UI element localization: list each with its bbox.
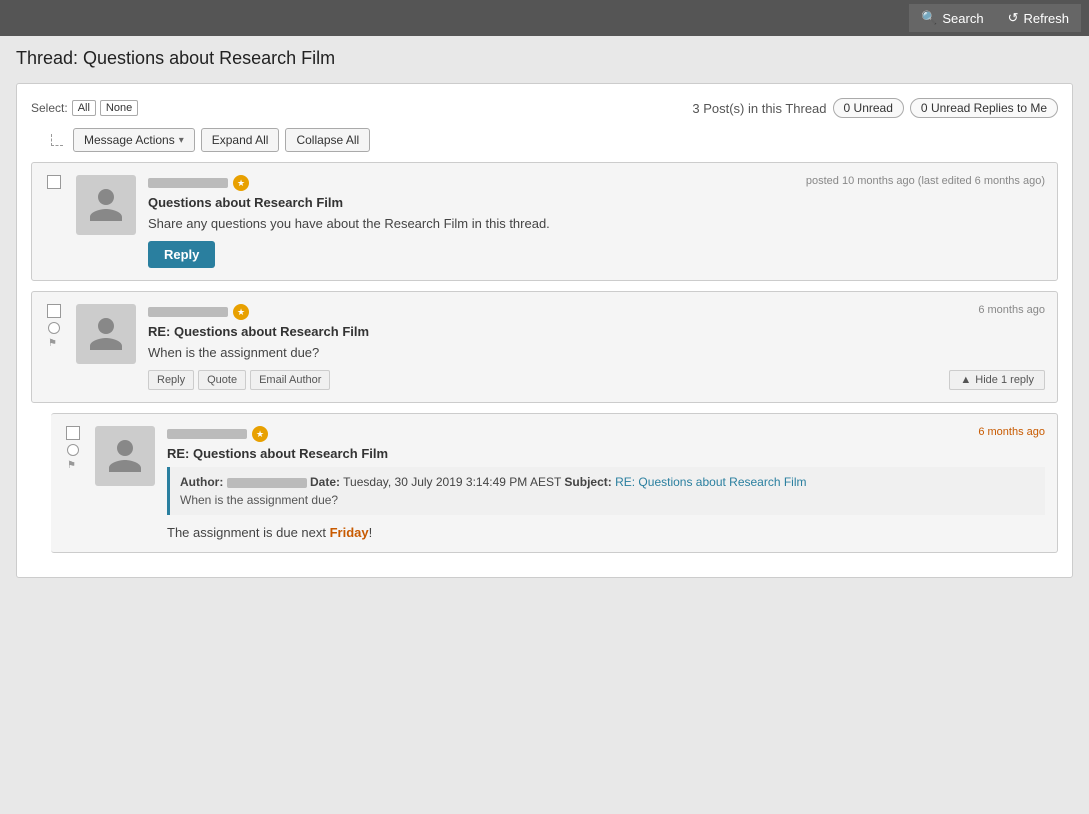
action-btn-row: Message Actions ▾ Expand All Collapse Al… <box>31 128 1058 152</box>
author-area-1: ★ <box>148 175 249 191</box>
quote-meta-3: Author: Date: Tuesday, 30 July 2019 3:14… <box>180 475 1035 489</box>
star-badge-2: ★ <box>233 304 249 320</box>
date-label: Date: <box>310 475 340 489</box>
select-area: Select: All None <box>31 100 138 116</box>
post-left-2: ⚑ <box>44 304 64 390</box>
posts-count-label: 3 Post(s) in this Thread <box>692 101 826 116</box>
post-radio-3[interactable] <box>67 444 79 456</box>
expand-all-button[interactable]: Expand All <box>201 128 280 152</box>
post-left-1 <box>44 175 64 268</box>
author-name-2 <box>148 307 228 317</box>
hide-reply-button-2[interactable]: ▲ Hide 1 reply <box>949 370 1045 390</box>
post-content-2: ★ 6 months ago RE: Questions about Resea… <box>148 304 1045 390</box>
post-flag-2[interactable]: ⚑ <box>48 338 60 350</box>
refresh-button[interactable]: ↺ Refresh <box>996 4 1081 32</box>
reply-link-2[interactable]: Reply <box>148 370 194 390</box>
highlight-friday: Friday <box>330 525 369 540</box>
subject-label: Subject: <box>564 475 611 489</box>
post-left-3: ⚑ <box>63 426 83 540</box>
post-timestamp-1: posted 10 months ago (last edited 6 mont… <box>806 175 1045 187</box>
quote-link-2[interactable]: Quote <box>198 370 246 390</box>
top-bar: 🔍 Search ↺ Refresh <box>0 0 1089 36</box>
quote-subject-link[interactable]: RE: Questions about Research Film <box>615 475 806 489</box>
post-flag-3[interactable]: ⚑ <box>67 460 79 472</box>
quote-author-name <box>227 478 307 488</box>
author-name-3 <box>167 429 247 439</box>
post-checkbox-1[interactable] <box>47 175 61 189</box>
post-checkbox-3[interactable] <box>66 426 80 440</box>
select-all-link[interactable]: All <box>72 100 96 116</box>
search-button[interactable]: 🔍 Search <box>909 4 995 32</box>
email-author-link-2[interactable]: Email Author <box>250 370 330 390</box>
post-checkbox-2[interactable] <box>47 304 61 318</box>
author-area-3: ★ <box>167 426 268 442</box>
post-title-1: Questions about Research Film <box>148 195 1045 210</box>
thread-container: Select: All None 3 Post(s) in this Threa… <box>16 83 1073 578</box>
star-badge-3: ★ <box>252 426 268 442</box>
post-content-1: ★ posted 10 months ago (last edited 6 mo… <box>148 175 1045 268</box>
reply-button-1[interactable]: Reply <box>148 241 215 268</box>
message-actions-button[interactable]: Message Actions ▾ <box>73 128 195 152</box>
post-stats: 3 Post(s) in this Thread 0 Unread 0 Unre… <box>692 98 1058 118</box>
author-area-2: ★ <box>148 304 249 320</box>
post-answer-3: The assignment is due next Friday! <box>167 525 1045 540</box>
unread-badge[interactable]: 0 Unread <box>833 98 904 118</box>
avatar-2 <box>76 304 136 364</box>
page-title: Thread: Questions about Research Film <box>16 48 1073 69</box>
post-title-2: RE: Questions about Research Film <box>148 324 1045 339</box>
post-card-2: ⚑ ★ 6 months ago RE: Questions <box>31 291 1058 403</box>
select-label: Select: <box>31 101 68 115</box>
dashed-arrow-icon <box>51 134 63 146</box>
collapse-icon: ▲ <box>960 374 971 386</box>
post-header-2: ★ 6 months ago <box>148 304 1045 320</box>
unread-replies-badge[interactable]: 0 Unread Replies to Me <box>910 98 1058 118</box>
post-content-3: ★ 6 months ago RE: Questions about Resea… <box>167 426 1045 540</box>
post-timestamp-3: 6 months ago <box>978 426 1045 438</box>
avatar-3 <box>95 426 155 486</box>
quote-block-3: Author: Date: Tuesday, 30 July 2019 3:14… <box>167 467 1045 515</box>
post-card-3: ⚑ ★ 6 months ago RE: Questions <box>51 413 1058 553</box>
post-title-3: RE: Questions about Research Film <box>167 446 1045 461</box>
post-card-1: ★ posted 10 months ago (last edited 6 mo… <box>31 162 1058 281</box>
post-body-1: Share any questions you have about the R… <box>148 216 1045 231</box>
select-none-link[interactable]: None <box>100 100 138 116</box>
page-container: Thread: Questions about Research Film Se… <box>0 36 1089 590</box>
author-name-1 <box>148 178 228 188</box>
post-body-2: When is the assignment due? <box>148 345 1045 360</box>
quote-text-3: When is the assignment due? <box>180 493 1035 507</box>
star-badge-1: ★ <box>233 175 249 191</box>
post-radio-2[interactable] <box>48 322 60 334</box>
refresh-icon: ↺ <box>1008 10 1019 26</box>
post-action-links-2: Reply Quote Email Author <box>148 370 330 390</box>
search-icon: 🔍 <box>921 10 937 26</box>
post-header-3: ★ 6 months ago <box>167 426 1045 442</box>
avatar-1 <box>76 175 136 235</box>
quote-date-value: Tuesday, 30 July 2019 3:14:49 PM AEST <box>343 475 564 489</box>
post-header-1: ★ posted 10 months ago (last edited 6 mo… <box>148 175 1045 191</box>
dropdown-arrow-icon: ▾ <box>179 135 184 146</box>
author-label: Author: <box>180 475 223 489</box>
post-timestamp-2: 6 months ago <box>978 304 1045 316</box>
toolbar-row: Select: All None 3 Post(s) in this Threa… <box>31 98 1058 118</box>
collapse-all-button[interactable]: Collapse All <box>285 128 370 152</box>
post-action-bar-2: Reply Quote Email Author ▲ Hide 1 reply <box>148 370 1045 390</box>
